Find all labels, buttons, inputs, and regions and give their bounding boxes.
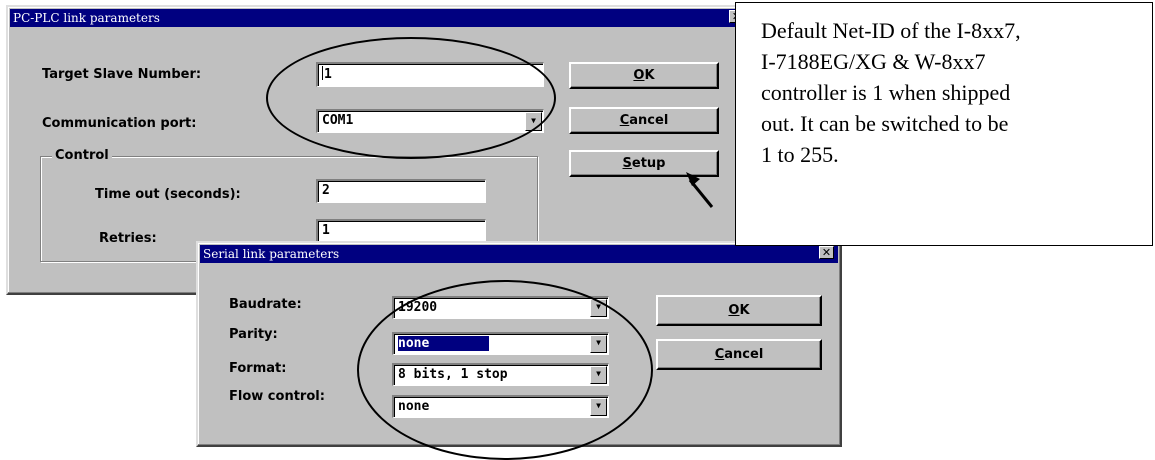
communication-port-label: Communication port: [42,116,197,131]
callout-line: Default Net-ID of the I-8xx7, [761,18,1021,43]
serial-link-parameters-dialog: Serial link parameters ✕ Baudrate: 19200… [196,241,842,447]
callout-line: I-7188EG/XG & W-8xx7 [761,49,986,74]
main-ok-button[interactable]: OK [569,62,719,89]
communication-port-select[interactable]: COM1 ▼ [316,109,544,133]
baudrate-value: 19200 [398,300,438,315]
ok-label: K [644,68,655,83]
parity-select[interactable]: none ▼ [392,332,609,355]
format-value: 8 bits, 1 stop [398,367,508,382]
annotation-callout: Default Net-ID of the I-8xx7, I-7188EG/X… [735,2,1153,246]
setup-label: etup [631,156,666,171]
callout-line: out. It can be switched to be [761,111,1009,136]
retries-value: 1 [322,223,330,238]
main-dialog-titlebar[interactable]: PC-PLC link parameters [10,9,754,27]
cancel-label: ancel [629,113,669,128]
parity-value: none [398,336,490,351]
chevron-down-icon[interactable]: ▼ [590,299,607,317]
flow-control-label: Flow control: [229,389,325,404]
baudrate-select[interactable]: 19200 ▼ [392,296,609,319]
parity-label: Parity: [229,327,278,342]
chevron-down-icon[interactable]: ▼ [590,335,607,353]
format-label: Format: [229,361,287,376]
callout-line: 1 to 255. [761,142,839,167]
ok-label: K [739,303,750,318]
baudrate-label: Baudrate: [229,297,302,312]
retries-input[interactable]: 1 [316,219,486,243]
chevron-down-icon[interactable]: ▼ [590,366,607,384]
cancel-accel-letter: C [619,113,630,128]
cancel-label: ancel [724,347,764,362]
target-slave-label: Target Slave Number: [42,67,202,82]
cancel-accel-letter: C [714,347,725,362]
setup-accel-letter: S [622,156,632,171]
serial-dialog-close-icon[interactable]: ✕ [819,246,834,259]
timeout-input[interactable]: 2 [316,179,486,203]
retries-label: Retries: [99,231,157,246]
serial-dialog-titlebar[interactable]: Serial link parameters [200,245,838,263]
flow-control-select[interactable]: none ▼ [392,395,609,418]
control-group-title: Control [52,148,112,163]
text-caret [322,66,323,80]
chevron-down-icon[interactable]: ▼ [590,398,607,416]
ok-accel-letter: O [728,303,740,318]
serial-cancel-button[interactable]: Cancel [656,339,822,370]
communication-port-value: COM1 [322,113,354,128]
serial-ok-button[interactable]: OK [656,295,822,326]
flow-control-value: none [398,399,430,414]
chevron-down-icon[interactable]: ▼ [525,112,542,131]
ok-accel-letter: O [633,68,645,83]
format-select[interactable]: 8 bits, 1 stop ▼ [392,363,609,386]
callout-line: controller is 1 when shipped [761,80,1011,105]
timeout-value: 2 [322,183,330,198]
target-slave-input[interactable]: 1 [316,62,544,87]
timeout-label: Time out (seconds): [95,187,241,202]
target-slave-value: 1 [324,67,332,82]
main-cancel-button[interactable]: Cancel [569,107,719,134]
annotation-arrow-icon [686,172,714,208]
